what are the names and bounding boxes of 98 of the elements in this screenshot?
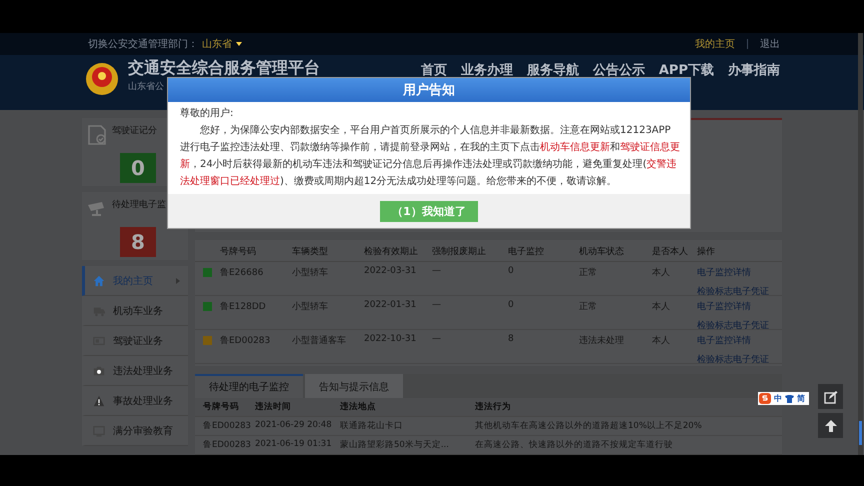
- tab[interactable]: 告知与提示信息: [305, 374, 403, 398]
- scrollbar-thumb[interactable]: [859, 421, 862, 445]
- back-to-top-button[interactable]: [818, 413, 843, 438]
- sidebar-menu-item[interactable]: 我的主页: [82, 266, 188, 296]
- menu-label: 违法处理业务: [113, 364, 173, 378]
- dialog-title: 用户告知: [168, 78, 690, 102]
- table-cell-text: 其他机动车在高速公路以外的道路超速10%以上不足20%: [475, 420, 703, 432]
- table-cell-text: —: [432, 300, 442, 310]
- table-cell-text: 蒙山路望彩路50米与天定...: [340, 439, 450, 451]
- region-selector[interactable]: 山东省: [202, 37, 232, 51]
- sidebar-menu-item[interactable]: 事故处理业务: [82, 386, 188, 416]
- action-link[interactable]: 检验标志电子凭证: [697, 285, 782, 298]
- ime-mode-label: 中: [774, 393, 782, 404]
- region-label: 切换公安交通管理部门：: [88, 38, 198, 51]
- edit-button[interactable]: [818, 384, 843, 409]
- chevron-right-icon: [176, 278, 180, 284]
- document-check-icon: [86, 124, 108, 146]
- stat-label: 待处理电子监: [112, 198, 167, 212]
- column-header: 是否本人: [652, 246, 689, 258]
- menu-label: 事故处理业务: [113, 394, 173, 408]
- action-link[interactable]: 检验标志电子凭证: [697, 319, 782, 332]
- stat-label: 驾驶证记分: [112, 124, 158, 138]
- table-cell-text: 本人: [652, 334, 671, 347]
- nav-link[interactable]: 服务导航: [526, 61, 579, 79]
- nav-link[interactable]: 业务办理: [460, 61, 513, 79]
- acknowledge-button[interactable]: （1）我知道了: [380, 200, 478, 222]
- table-cell-text: —: [432, 266, 442, 276]
- notice-paragraph: 您好，为保障公安内部数据安全，平台用户首页所展示的个人信息并非最新数据。注意在网站或12123APP进行电子监控违法处理、罚款缴纳等操作前，请提前登录网站，在我的主页下点击机动车信息更新和驾驶证信息更新，24小时后获得最新的机动车违法和驾驶证记分信息后再操作违法处理或罚款缴纳功能，避免重复处理(交警违法处理窗口已经处理过)、缴费或周期内超12分无法成功处理等问题。给您带来的不便，敬请谅解。: [180, 124, 680, 189]
- table-cell-text: 小型普通客车: [292, 334, 347, 347]
- menu-label: 满分审验教育: [113, 424, 173, 438]
- action-link[interactable]: 检验标志电子凭证: [697, 353, 782, 366]
- table-cell-text: 鲁ED00283: [203, 439, 252, 451]
- table-cell-text: 0: [508, 266, 515, 276]
- nav-link[interactable]: 首页: [420, 61, 447, 79]
- site-title: 交通安全综合服务管理平台: [128, 58, 320, 78]
- sogou-logo: [759, 393, 771, 404]
- table-cell-text: 鲁E26686: [220, 266, 264, 279]
- column-header: 电子监控: [508, 246, 545, 258]
- table-cell-text: 0: [508, 300, 515, 310]
- tab[interactable]: 待处理的电子监控: [195, 374, 303, 398]
- my-homepage-link[interactable]: 我的主页: [695, 37, 735, 51]
- table-cell-text: 2021-06-29 20:48: [255, 420, 333, 432]
- home-icon: [93, 274, 105, 286]
- ime-script-label: 简: [797, 393, 805, 404]
- nav-link[interactable]: 公告公示: [592, 61, 645, 79]
- menu-label: 机动车业务: [113, 304, 163, 318]
- table-cell-text: —: [432, 334, 442, 344]
- table-cell-text: 违法未处理: [579, 334, 625, 347]
- table-cell-text: 2021-06-19 01:31: [255, 439, 333, 451]
- table-cell-text: 联通路花山卡口: [340, 420, 404, 432]
- table-cell-text: 8: [508, 334, 515, 344]
- column-header: 强制报废期止: [432, 246, 487, 258]
- table-cell-text: 正常: [579, 266, 598, 279]
- action-link[interactable]: 电子监控详情: [697, 334, 782, 347]
- table-cell-text: 小型轿车: [292, 266, 329, 279]
- sidebar-menu-item[interactable]: 违法处理业务: [82, 356, 188, 386]
- nav-link[interactable]: 办事指南: [728, 61, 780, 79]
- column-header: 车辆类型: [292, 246, 329, 258]
- logout-link[interactable]: 退出: [760, 37, 780, 51]
- column-header: 违法行为: [475, 401, 512, 413]
- column-header: 违法地点: [340, 401, 377, 413]
- menu-label: 驾驶证业务: [113, 334, 163, 348]
- sidebar-menu-item[interactable]: 机动车业务: [82, 296, 188, 326]
- column-header: 检验有效期止: [364, 246, 419, 258]
- caret-icon: [236, 42, 242, 46]
- column-header: 机动车状态: [579, 246, 625, 258]
- arrow-up-icon: [824, 418, 838, 432]
- police-emblem-logo: [84, 61, 120, 97]
- column-header: 违法时间: [255, 401, 292, 413]
- ime-toolbar[interactable]: 中 简: [758, 392, 809, 405]
- table-cell-text: 本人: [652, 300, 671, 313]
- stat-value: 8: [120, 226, 156, 256]
- table-cell-text: 本人: [652, 266, 671, 279]
- table-cell-text: 2022-03-31: [364, 266, 418, 276]
- column-header: 操作: [697, 246, 716, 258]
- table-cell-text: 鲁E128DD: [220, 300, 267, 313]
- warning-icon: [93, 394, 105, 406]
- sidebar-menu-item[interactable]: 驾驶证业务: [82, 326, 188, 356]
- edit-icon: [824, 390, 838, 404]
- site-subtitle: 山东省公: [128, 80, 165, 93]
- action-link[interactable]: 电子监控详情: [697, 300, 782, 313]
- sidebar-menu-item[interactable]: 满分审验教育: [82, 416, 188, 446]
- action-link[interactable]: 电子监控详情: [697, 266, 782, 279]
- table-cell-text: 2022-10-31: [364, 334, 418, 344]
- nav-link[interactable]: APP下载: [658, 61, 714, 79]
- camera-icon: [93, 364, 105, 376]
- table-cell-text: 鲁ED00283: [220, 334, 272, 347]
- table-cell-text: 在高速公路、快速路以外的道路不按规定车道行驶: [475, 439, 674, 451]
- column-header: 号牌号码: [203, 401, 240, 413]
- shirt-icon: [785, 394, 794, 402]
- greeting-text: 尊敬的用户:: [180, 106, 234, 121]
- table-cell-text: 鲁ED00283: [203, 420, 252, 432]
- table-cell-text: 正常: [579, 300, 598, 313]
- stat-value: 0: [120, 152, 156, 182]
- menu-label: 我的主页: [113, 274, 153, 288]
- table-cell-text: 小型轿车: [292, 300, 329, 313]
- column-header: 号牌号码: [220, 246, 257, 258]
- table-cell-text: 2022-01-31: [364, 300, 418, 310]
